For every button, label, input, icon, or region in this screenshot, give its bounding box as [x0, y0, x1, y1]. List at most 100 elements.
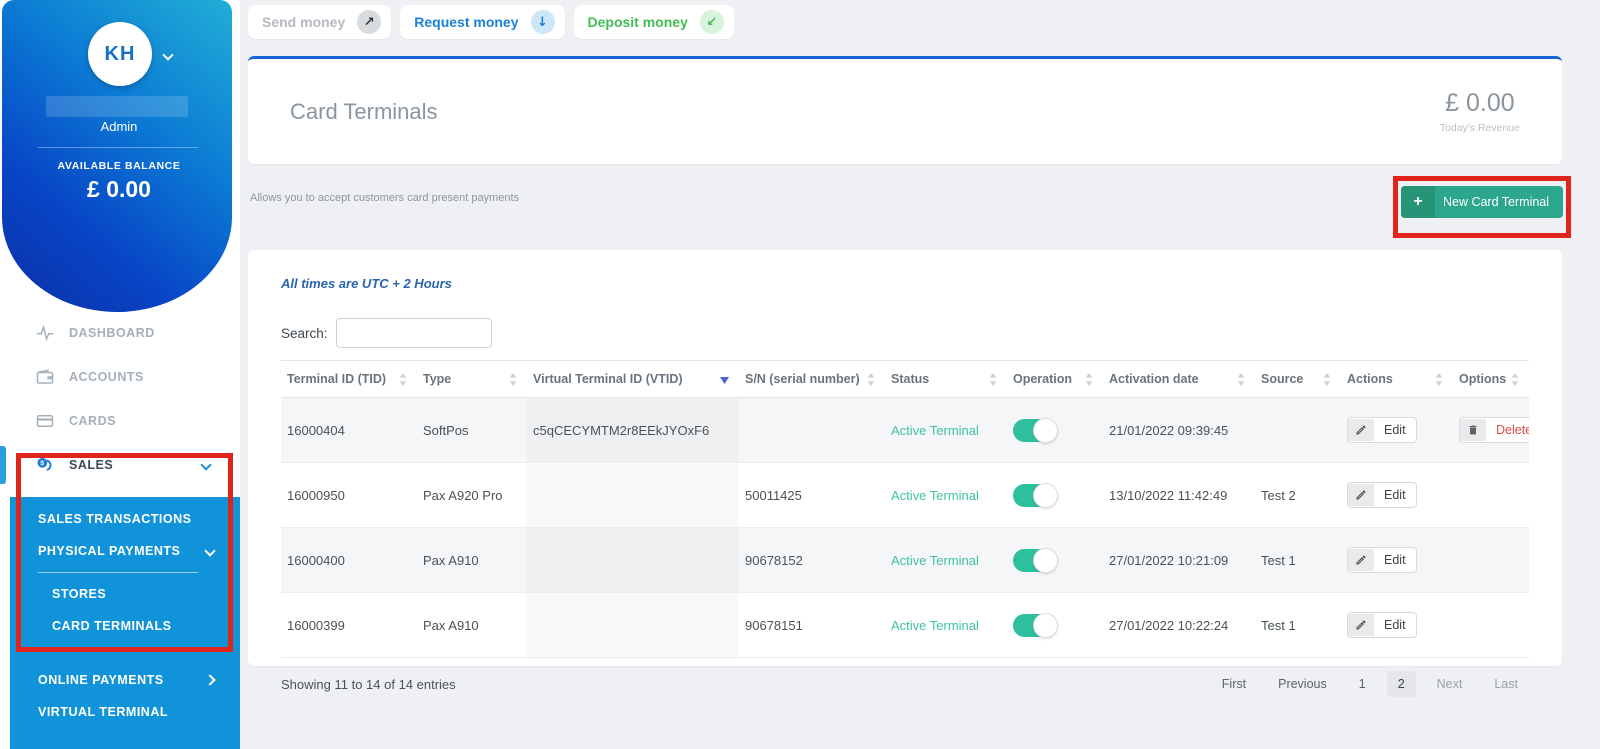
sort-icon[interactable]: [399, 373, 411, 386]
sidebar-item-accounts[interactable]: ACCOUNTS: [0, 355, 240, 399]
pagination-previous[interactable]: Previous: [1267, 671, 1338, 697]
cell-source: Test 1: [1255, 528, 1341, 593]
edit-label: Edit: [1374, 548, 1416, 572]
user-name-redacted: [46, 96, 188, 117]
pagination-last[interactable]: Last: [1483, 671, 1529, 697]
column-header-label: Options: [1459, 372, 1506, 386]
cell-options: [1453, 528, 1529, 593]
operation-toggle[interactable]: [1013, 484, 1057, 507]
arrow-up-right-icon: ↗: [357, 10, 381, 34]
submenu-item-card-terminals[interactable]: CARD TERMINALS: [10, 610, 240, 642]
user-role: Admin: [2, 119, 236, 134]
edit-button[interactable]: Edit: [1347, 547, 1417, 573]
edit-button[interactable]: Edit: [1347, 417, 1417, 443]
sidebar-item-sales[interactable]: $ SALES: [0, 443, 240, 487]
sidebar-item-label: SALES: [69, 458, 113, 472]
operation-toggle[interactable]: [1013, 614, 1057, 637]
sort-icon[interactable]: [1237, 373, 1249, 386]
column-header-label: S/N (serial number): [745, 372, 860, 386]
edit-label: Edit: [1374, 613, 1416, 637]
pencil-icon: [1348, 484, 1374, 506]
cell-status: Active Terminal: [885, 398, 1007, 463]
table-body: 16000404SoftPosc5qCECYMTM2r8EEkJYOxF6Act…: [281, 398, 1529, 658]
cell-vtid: [527, 463, 739, 528]
column-header-virtual-terminal-id-vtid-[interactable]: Virtual Terminal ID (VTID): [527, 361, 739, 398]
plus-icon: +: [1401, 186, 1435, 218]
column-header-inner: Type: [423, 372, 521, 386]
column-header-source[interactable]: Source: [1255, 361, 1341, 398]
sort-desc-icon[interactable]: [720, 375, 733, 384]
submenu-item-sales-transactions[interactable]: SALES TRANSACTIONS: [10, 503, 240, 535]
submenu-item-online-payments[interactable]: ONLINE PAYMENTS: [10, 664, 240, 696]
operation-toggle[interactable]: [1013, 549, 1057, 572]
pagination-next[interactable]: Next: [1426, 671, 1474, 697]
avatar-chevron-down-icon[interactable]: [164, 46, 172, 64]
sort-icon[interactable]: [867, 373, 879, 386]
trash-icon: [1460, 419, 1486, 441]
pencil-icon: [1348, 419, 1374, 441]
new-card-terminal-button[interactable]: + New Card Terminal: [1401, 186, 1563, 218]
sidebar-item-cards[interactable]: CARDS: [0, 399, 240, 443]
cell-type: SoftPos: [417, 398, 527, 463]
column-header-inner: Operation: [1013, 372, 1097, 386]
column-header-type[interactable]: Type: [417, 361, 527, 398]
toggle-knob: [1033, 483, 1058, 508]
sort-icon[interactable]: [1085, 373, 1097, 386]
cell-vtid: [527, 528, 739, 593]
column-header-options[interactable]: Options: [1453, 361, 1529, 398]
send-money-button[interactable]: Send money ↗: [248, 5, 391, 39]
table-row: 16000950Pax A920 Pro50011425Active Termi…: [281, 463, 1529, 528]
sidebar-item-dashboard[interactable]: DASHBOARD: [0, 311, 240, 355]
avatar[interactable]: KH: [88, 22, 152, 86]
delete-button[interactable]: Delete: [1459, 417, 1529, 443]
chevron-right-icon: [206, 673, 214, 687]
terminals-table-card: All times are UTC + 2 Hours Search: Term…: [248, 250, 1562, 666]
edit-button[interactable]: Edit: [1347, 612, 1417, 638]
edit-button[interactable]: Edit: [1347, 482, 1417, 508]
submenu-item-virtual-terminal[interactable]: VIRTUAL TERMINAL: [10, 696, 240, 728]
showing-entries-text: Showing 11 to 14 of 14 entries: [281, 677, 456, 692]
page-title: Card Terminals: [290, 99, 438, 125]
pagination-1[interactable]: 1: [1348, 671, 1377, 697]
pagination-first[interactable]: First: [1211, 671, 1257, 697]
cell-serial-number: [739, 398, 885, 463]
submenu-label: STORES: [52, 587, 106, 601]
sort-icon[interactable]: [509, 373, 521, 386]
sidebar: KH Admin AVAILABLE BALANCE £ 0.00 DASHBO…: [0, 0, 240, 749]
arrow-down-icon: ↓: [531, 10, 555, 34]
sort-icon[interactable]: [1435, 373, 1447, 386]
chevron-down-icon: [202, 458, 210, 472]
sort-icon[interactable]: [989, 373, 1001, 386]
column-header-inner: S/N (serial number): [745, 372, 879, 386]
balance-value: £ 0.00: [2, 176, 236, 203]
operation-toggle[interactable]: [1013, 419, 1057, 442]
search-input[interactable]: [336, 318, 492, 348]
submenu-item-physical-payments[interactable]: PHYSICAL PAYMENTS: [10, 535, 240, 567]
column-header-terminal-id-tid-[interactable]: Terminal ID (TID): [281, 361, 417, 398]
column-header-status[interactable]: Status: [885, 361, 1007, 398]
cell-options: Delete: [1453, 398, 1529, 463]
search-label: Search:: [281, 326, 328, 341]
submenu-label: ONLINE PAYMENTS: [38, 673, 164, 687]
svg-text:$: $: [40, 460, 44, 467]
column-header-activation-date[interactable]: Activation date: [1103, 361, 1255, 398]
chevron-down-icon: [206, 544, 214, 558]
divider: [38, 572, 198, 573]
column-header-label: Terminal ID (TID): [287, 372, 386, 386]
cell-type: Pax A910: [417, 593, 527, 658]
submenu-item-stores[interactable]: STORES: [10, 578, 240, 610]
sidebar-item-label: DASHBOARD: [69, 326, 155, 340]
column-header-inner: Status: [891, 372, 1001, 386]
deposit-money-button[interactable]: Deposit money ↙: [574, 5, 734, 39]
column-header-s-n-serial-number-[interactable]: S/N (serial number): [739, 361, 885, 398]
column-header-actions[interactable]: Actions: [1341, 361, 1453, 398]
cell-terminal-id: 16000400: [281, 528, 417, 593]
column-header-operation[interactable]: Operation: [1007, 361, 1103, 398]
pagination-2[interactable]: 2: [1387, 671, 1416, 697]
coins-icon: $: [36, 456, 54, 474]
sort-icon[interactable]: [1511, 373, 1523, 386]
sort-icon[interactable]: [1323, 373, 1335, 386]
column-header-inner: Source: [1261, 372, 1335, 386]
request-money-button[interactable]: Request money ↓: [400, 5, 564, 39]
column-header-label: Status: [891, 372, 929, 386]
